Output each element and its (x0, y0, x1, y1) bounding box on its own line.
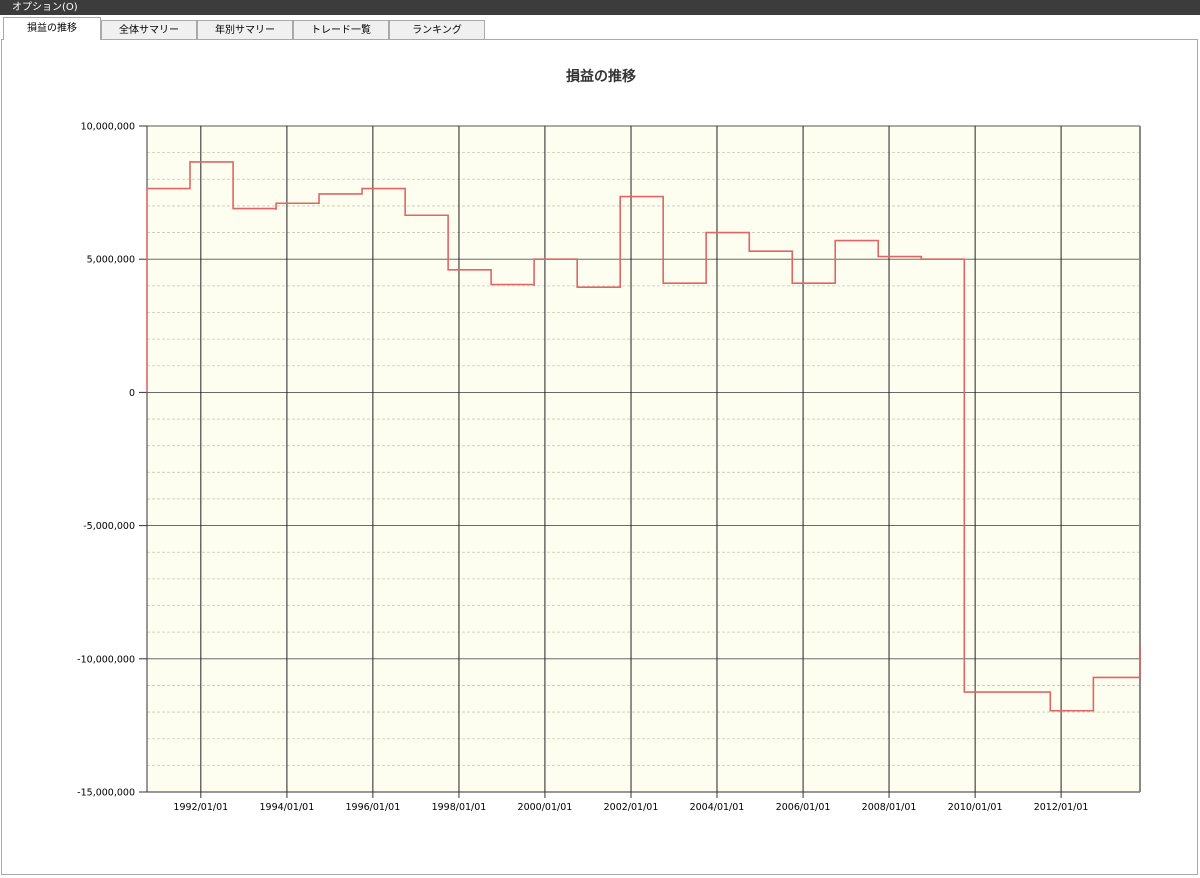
y-axis-labels: 10,000,000 5,000,000 0 -5,000,000 -10,000,00… (77, 122, 135, 799)
chart-panel: 損益の推移 10,000,000 5,000,000 0 -5,000,000 -10,… (1, 39, 1198, 875)
y-tick-label: -15,000,000 (77, 788, 135, 799)
x-tick-label: 1994/01/01 (260, 802, 315, 813)
x-axis-labels: 1992/01/01 1994/01/01 1996/01/01 1998/01/01… (173, 802, 1088, 813)
tab-trade-list[interactable]: トレード一覧 (293, 20, 389, 39)
y-tick-label: -5,000,000 (83, 521, 135, 532)
x-tick-label: 2004/01/01 (690, 802, 745, 813)
tab-ranking[interactable]: ランキング (389, 20, 485, 39)
y-tick-label: -10,000,000 (77, 654, 135, 665)
y-tick-label: 0 (129, 388, 135, 399)
menu-options[interactable]: オプション(O) (0, 2, 78, 13)
x-tick-label: 2000/01/01 (518, 802, 573, 813)
x-tick-label: 2008/01/01 (862, 802, 917, 813)
x-tick-label: 2012/01/01 (1034, 802, 1089, 813)
tab-overall-summary[interactable]: 全体サマリー (101, 20, 197, 39)
x-tick-label: 1996/01/01 (345, 802, 400, 813)
x-tick-label: 1992/01/01 (173, 802, 228, 813)
x-tick-label: 1998/01/01 (432, 802, 487, 813)
y-tick-label: 10,000,000 (81, 122, 135, 133)
chart-title: 損益の推移 (566, 68, 636, 85)
x-tick-label: 2006/01/01 (776, 802, 831, 813)
menu-bar: オプション(O) (0, 0, 1200, 15)
tab-bar: 損益の推移 全体サマリー 年別サマリー トレード一覧 ランキング (0, 15, 1200, 40)
tab-pnl-trend[interactable]: 損益の推移 (3, 17, 101, 40)
pnl-chart: 損益の推移 10,000,000 5,000,000 0 -5,000,000 -10,… (77, 68, 1141, 813)
x-tick-label: 2002/01/01 (604, 802, 659, 813)
x-tick-label: 2010/01/01 (948, 802, 1003, 813)
y-tick-label: 5,000,000 (87, 255, 135, 266)
tab-yearly-summary[interactable]: 年別サマリー (197, 20, 293, 39)
